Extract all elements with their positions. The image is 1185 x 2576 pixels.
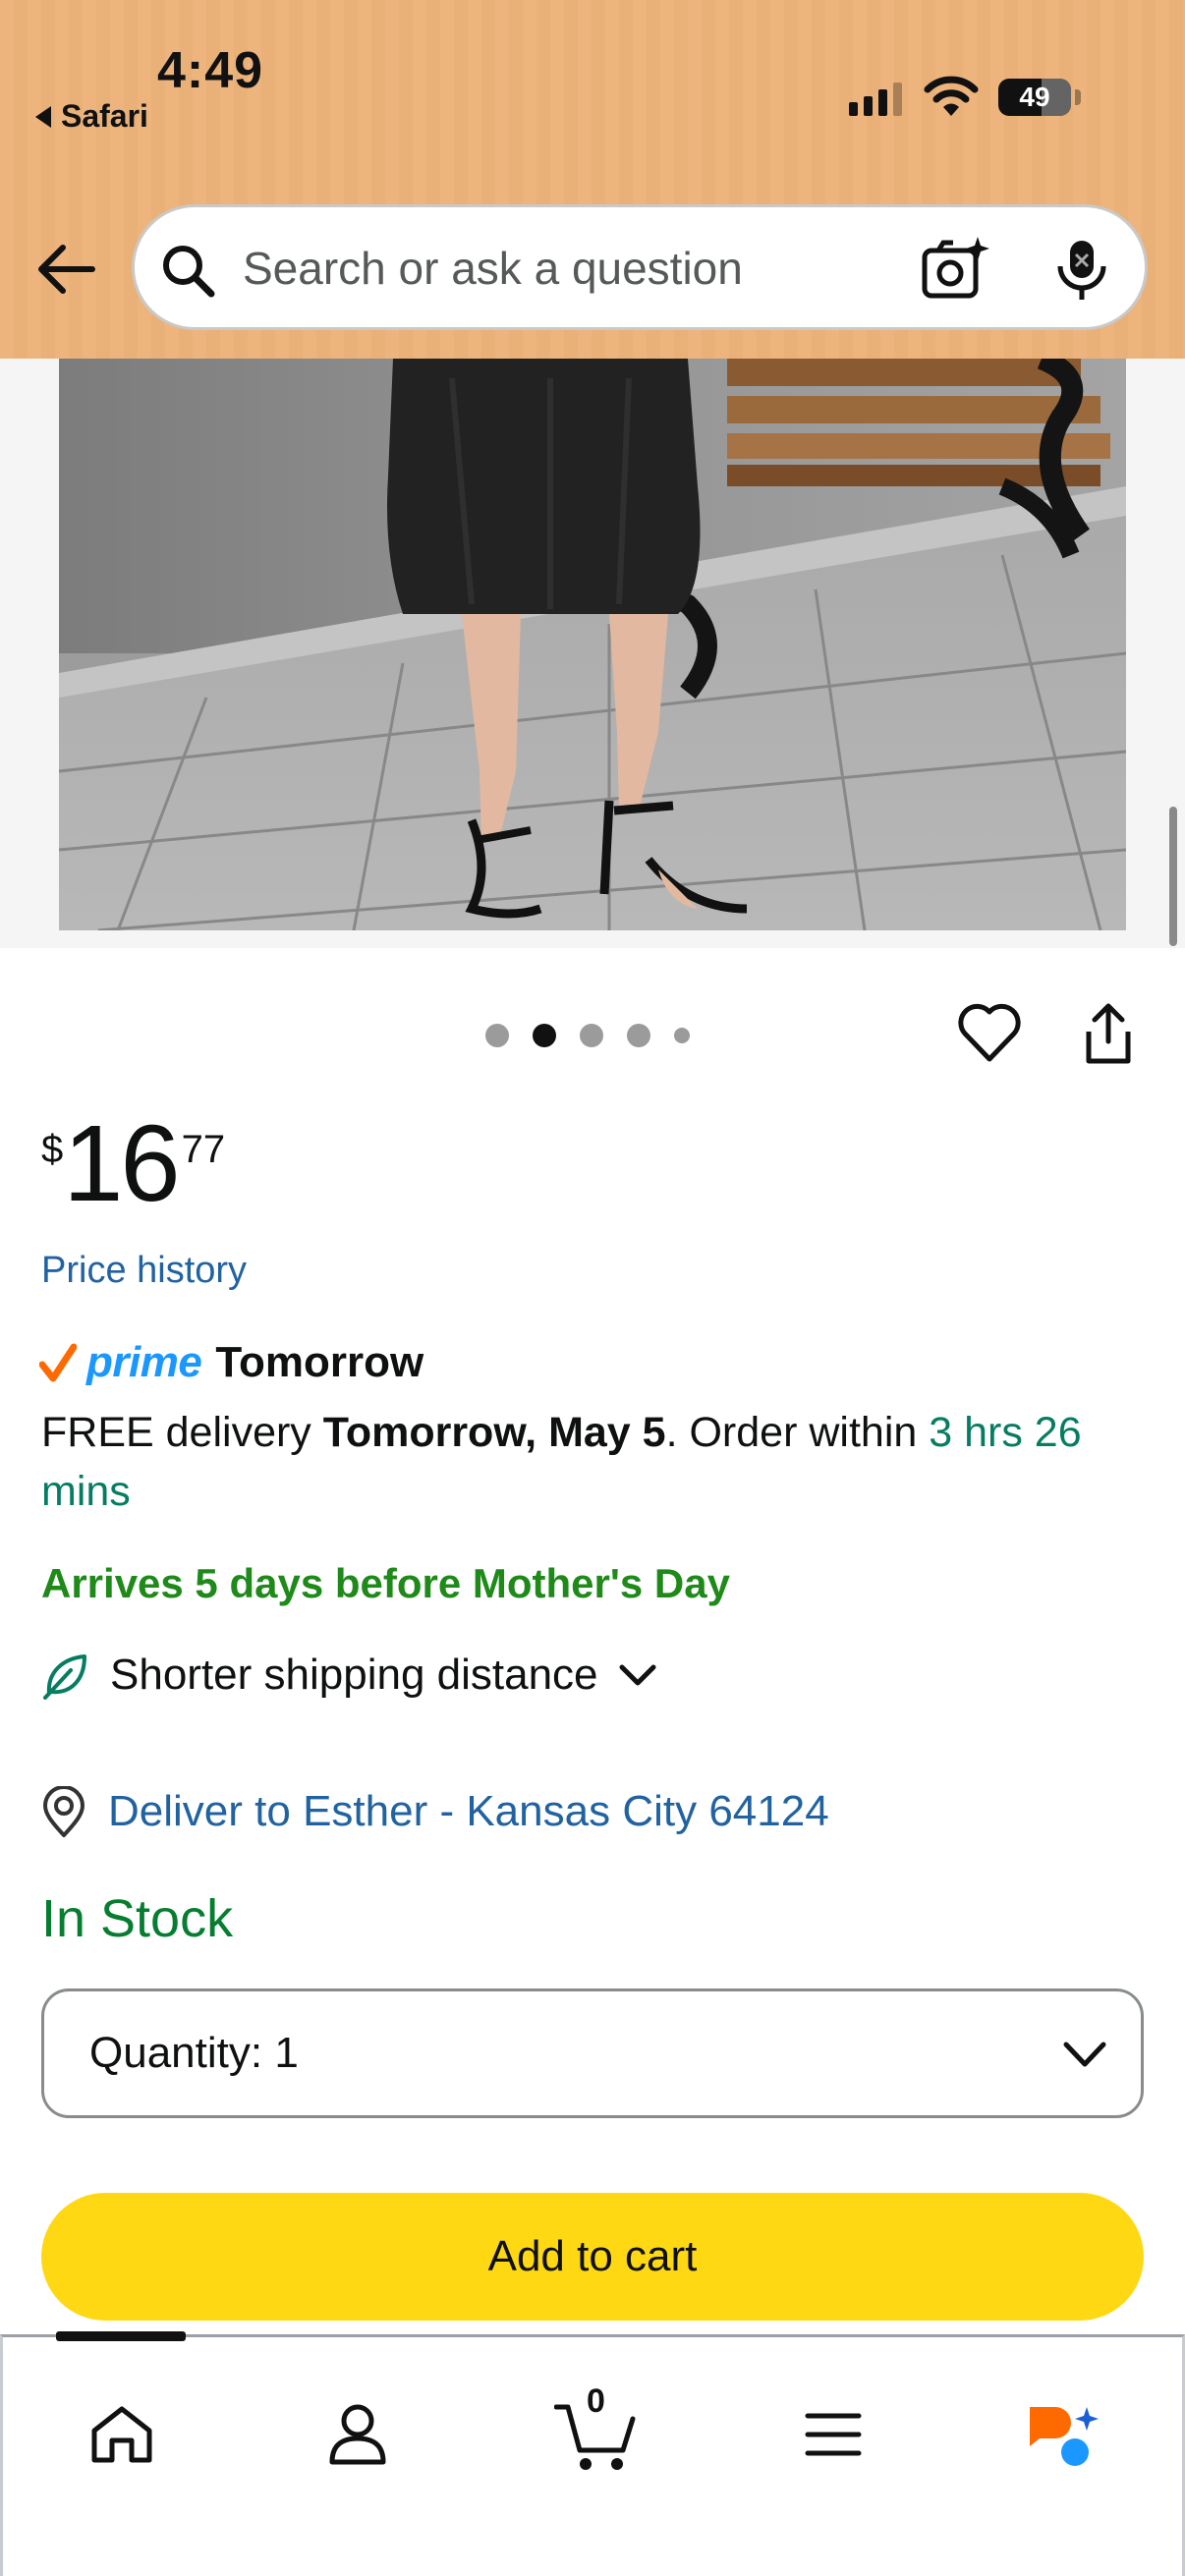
quantity-select[interactable]: Quantity: 1 [41, 1988, 1144, 2118]
wifi-icon [924, 76, 979, 116]
search-bar[interactable] [132, 204, 1148, 330]
battery-tip [1075, 89, 1081, 105]
deliver-to-link[interactable]: Deliver to Esther - Kansas City 64124 [41, 1786, 829, 1837]
nav-menu[interactable] [779, 2380, 887, 2489]
add-to-cart-button[interactable]: Add to cart [41, 2193, 1144, 2321]
carousel-dots[interactable] [485, 1024, 690, 1047]
cart-count: 0 [587, 2382, 605, 2420]
camera-search-icon[interactable] [921, 235, 989, 304]
carousel-dot[interactable] [580, 1024, 603, 1047]
delivery-message: FREE delivery Tomorrow, May 5. Order wit… [41, 1403, 1152, 1521]
shipping-distance-toggle[interactable]: Shorter shipping distance [41, 1651, 657, 1700]
prime-check-icon [39, 1343, 77, 1382]
price-symbol: $ [41, 1128, 64, 1171]
price-history-link[interactable]: Price history [41, 1250, 247, 1292]
delivery-mid: . Order within [665, 1409, 930, 1456]
home-icon [91, 2406, 152, 2463]
carousel-dot[interactable] [485, 1024, 509, 1047]
product-photo[interactable] [59, 359, 1126, 930]
page-scrollbar[interactable] [1169, 807, 1177, 946]
search-input[interactable] [243, 233, 881, 304]
stock-status: In Stock [41, 1889, 234, 1948]
search-icon [163, 246, 215, 298]
status-time: 4:49 [157, 42, 264, 99]
carousel-dot[interactable] [627, 1024, 650, 1047]
product-image-carousel[interactable] [0, 359, 1185, 948]
nav-home[interactable] [68, 2380, 176, 2489]
deliver-to-label: Deliver to Esther - Kansas City 64124 [108, 1787, 829, 1835]
prime-logo-text: prime [86, 1338, 202, 1386]
product-price: $ 16 77 [41, 1110, 225, 1218]
quantity-value: 1 [274, 2029, 299, 2077]
battery-icon: 49 [998, 79, 1071, 116]
quantity-label: Quantity: 1 [89, 2029, 299, 2077]
shipping-distance-label: Shorter shipping distance [110, 1651, 598, 1699]
carousel-dot[interactable] [674, 1028, 690, 1043]
back-arrow-icon[interactable] [35, 242, 96, 297]
prime-delivery-day: Tomorrow [215, 1338, 424, 1386]
arrives-note: Arrives 5 days before Mother's Day [41, 1560, 730, 1606]
price-whole: 16 [63, 1103, 180, 1224]
back-app-label: Safari [61, 98, 148, 134]
bottom-nav: 0 [0, 2331, 1185, 2576]
rufus-icon [1030, 2407, 1099, 2466]
leaf-icon [43, 1654, 86, 1700]
carousel-dot-active[interactable] [533, 1024, 556, 1047]
nav-account[interactable] [304, 2380, 412, 2489]
chevron-down-icon [619, 1664, 656, 1686]
location-pin-icon [42, 1786, 85, 1837]
back-triangle-icon [35, 105, 51, 128]
cellular-signal-icon [849, 81, 902, 116]
active-tab-indicator [56, 2331, 186, 2341]
heart-icon[interactable] [957, 1002, 1022, 1063]
delivery-prefix: FREE delivery [41, 1409, 323, 1456]
microphone-icon[interactable] [1052, 237, 1111, 304]
nav-rufus[interactable] [1009, 2380, 1117, 2489]
chevron-down-icon [1063, 2042, 1106, 2067]
price-fraction: 77 [181, 1128, 226, 1171]
prime-badge: prime Tomorrow [39, 1338, 423, 1387]
person-icon [329, 2404, 386, 2465]
back-to-app-link[interactable]: Safari [35, 98, 148, 135]
share-icon[interactable] [1079, 1002, 1138, 1067]
nav-cart[interactable]: 0 [541, 2380, 649, 2489]
header: 4:49 Safari 49 [0, 0, 1185, 359]
menu-icon [805, 2413, 862, 2456]
battery-level: 49 [1019, 82, 1050, 112]
delivery-date: Tomorrow, May 5 [322, 1409, 666, 1456]
